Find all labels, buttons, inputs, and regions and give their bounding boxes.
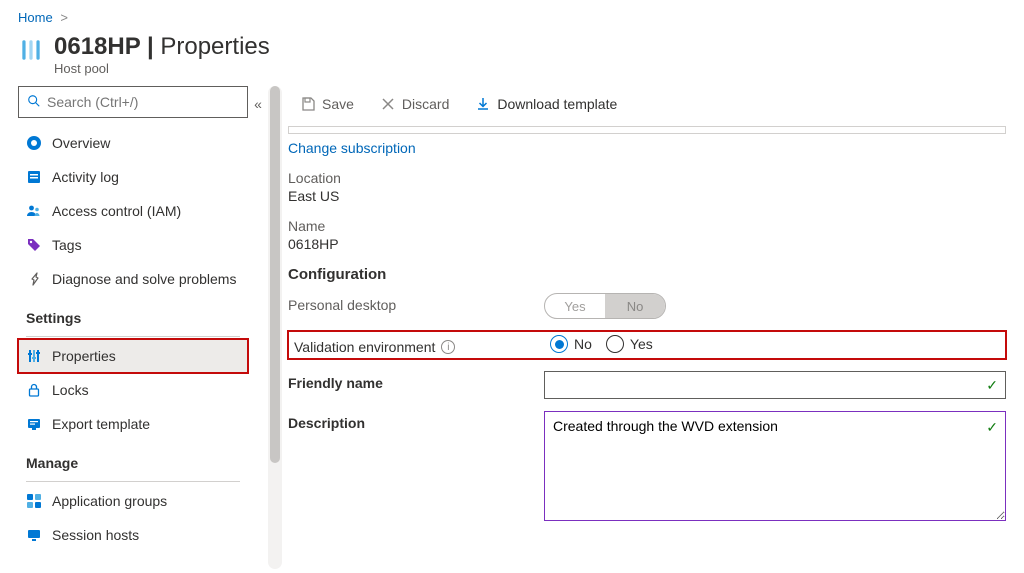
activity-log-icon	[26, 169, 42, 185]
name-value: 0618HP	[288, 236, 1006, 252]
check-icon: ✓	[986, 419, 998, 436]
access-control-icon	[26, 203, 42, 219]
description-row: Description ✓	[288, 411, 1006, 524]
nav-list: Overview Activity log Access control (IA…	[18, 126, 248, 296]
discard-button[interactable]: Discard	[374, 92, 455, 116]
validation-env-no[interactable]: No	[550, 335, 592, 353]
diagnose-icon	[26, 271, 42, 287]
chevron-right-icon: >	[60, 10, 68, 25]
divider	[26, 481, 240, 482]
page-title: 0618HP | Properties	[54, 33, 270, 61]
validation-env-label: Validation environment	[294, 339, 435, 355]
info-icon[interactable]: i	[441, 340, 455, 354]
nav-manage-header: Manage	[18, 447, 248, 479]
search-input-wrapper[interactable]	[18, 86, 248, 118]
download-template-label: Download template	[497, 96, 617, 112]
hostpool-icon	[18, 37, 44, 63]
session-hosts-icon	[26, 527, 42, 543]
radio-no-label: No	[574, 336, 592, 352]
radio-selected-icon	[550, 335, 568, 353]
form-body: Change subscription Location East US Nam…	[288, 126, 1006, 524]
breadcrumb: Home >	[0, 0, 1024, 27]
export-template-icon	[26, 416, 42, 432]
check-icon: ✓	[986, 377, 998, 394]
validation-env-radio-group: No Yes	[550, 335, 1000, 353]
search-icon	[27, 94, 41, 111]
nav-activity-log-label: Activity log	[52, 169, 119, 185]
save-label: Save	[322, 96, 354, 112]
discard-icon	[380, 96, 396, 112]
nav-overview-label: Overview	[52, 135, 110, 151]
nav-session-hosts[interactable]: Session hosts	[18, 518, 248, 552]
validation-env-yes[interactable]: Yes	[606, 335, 653, 353]
command-bar: Save Discard Download template	[288, 86, 1006, 122]
application-groups-icon	[26, 493, 42, 509]
nav-export-template-label: Export template	[52, 416, 150, 432]
download-template-button[interactable]: Download template	[469, 92, 623, 116]
nav-properties-label: Properties	[52, 348, 116, 364]
collapse-sidebar-button[interactable]: «	[254, 96, 262, 112]
nav-overview[interactable]: Overview	[18, 126, 248, 160]
properties-icon	[26, 348, 42, 364]
nav-application-groups[interactable]: Application groups	[18, 484, 248, 518]
search-input[interactable]	[47, 94, 239, 110]
validation-environment-row: Validation environment i No Yes	[288, 331, 1006, 359]
resource-name: 0618HP	[54, 33, 140, 60]
description-label: Description	[288, 411, 534, 431]
save-icon	[300, 96, 316, 112]
section-name: Properties	[160, 33, 269, 60]
nav-diagnose[interactable]: Diagnose and solve problems	[18, 262, 248, 296]
nav-locks[interactable]: Locks	[18, 373, 248, 407]
truncated-field-top	[288, 126, 1006, 134]
tags-icon	[26, 237, 42, 253]
personal-desktop-label: Personal desktop	[288, 293, 534, 313]
personal-desktop-row: Personal desktop Yes No	[288, 293, 1006, 319]
resource-type: Host pool	[54, 61, 270, 76]
content-area: Save Discard Download template Change su…	[288, 86, 1006, 569]
nav-locks-label: Locks	[52, 382, 89, 398]
location-label: Location	[288, 170, 1006, 186]
personal-desktop-toggle: Yes No	[544, 293, 666, 319]
divider	[26, 336, 240, 337]
nav-export-template[interactable]: Export template	[18, 407, 248, 441]
radio-unselected-icon	[606, 335, 624, 353]
content-scrollbar[interactable]	[268, 86, 282, 569]
radio-yes-label: Yes	[630, 336, 653, 352]
nav-diagnose-label: Diagnose and solve problems	[52, 271, 236, 287]
nav-session-hosts-label: Session hosts	[52, 527, 139, 543]
friendly-name-label: Friendly name	[288, 371, 534, 391]
change-subscription-link[interactable]: Change subscription	[288, 140, 416, 156]
configuration-header: Configuration	[288, 266, 1006, 283]
sidebar: Overview Activity log Access control (IA…	[18, 86, 248, 569]
friendly-name-row: Friendly name ✓	[288, 371, 1006, 399]
page-header: 0618HP | Properties Host pool	[0, 27, 1024, 86]
nav-access-control-label: Access control (IAM)	[52, 203, 181, 219]
location-value: East US	[288, 188, 1006, 204]
title-separator: |	[140, 33, 160, 60]
nav-properties[interactable]: Properties	[18, 339, 248, 373]
nav-access-control[interactable]: Access control (IAM)	[18, 194, 248, 228]
nav-settings-header: Settings	[18, 302, 248, 334]
toggle-no: No	[605, 294, 665, 318]
nav-activity-log[interactable]: Activity log	[18, 160, 248, 194]
discard-label: Discard	[402, 96, 449, 112]
nav-tags-label: Tags	[52, 237, 82, 253]
validation-env-label-wrap: Validation environment i	[294, 335, 540, 355]
nav-tags[interactable]: Tags	[18, 228, 248, 262]
name-label: Name	[288, 218, 1006, 234]
download-icon	[475, 96, 491, 112]
description-textarea[interactable]	[544, 411, 1006, 521]
overview-icon	[26, 135, 42, 151]
breadcrumb-home[interactable]: Home	[18, 10, 53, 25]
nav-app-groups-label: Application groups	[52, 493, 167, 509]
save-button[interactable]: Save	[294, 92, 360, 116]
friendly-name-input[interactable]	[544, 371, 1006, 399]
lock-icon	[26, 382, 42, 398]
toggle-yes: Yes	[545, 294, 605, 318]
